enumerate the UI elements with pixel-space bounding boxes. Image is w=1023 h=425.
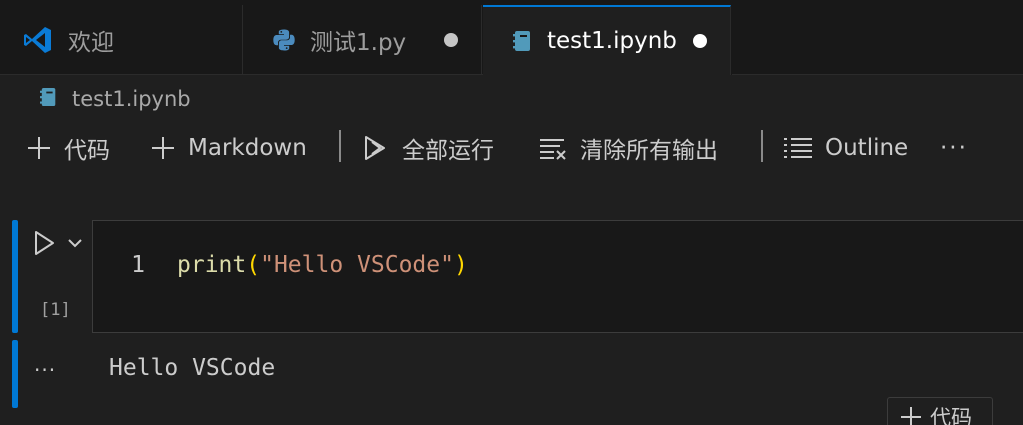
add-markdown-cell-button[interactable]: Markdown [150, 128, 307, 168]
run-cell-button[interactable] [30, 229, 58, 257]
run-all-button[interactable]: 全部运行 [362, 128, 494, 168]
tab-bar-border [732, 74, 1023, 75]
list-icon [784, 138, 812, 158]
tab-test-py[interactable]: 测试1.py [244, 5, 482, 75]
code-token-paren: ( [246, 252, 261, 278]
unsaved-dot-icon[interactable] [444, 33, 458, 47]
tab-label: test1.ipynb [547, 28, 677, 54]
output-focus-indicator[interactable] [12, 340, 18, 408]
code-line[interactable]: 1 print("Hello VSCode") [93, 249, 468, 281]
add-code-cell-button[interactable]: 代码 [26, 128, 110, 168]
notebook-icon [513, 29, 533, 53]
clear-all-label: 清除所有输出 [580, 138, 718, 164]
execution-count: [1] [40, 300, 71, 320]
python-icon [272, 28, 296, 52]
toolbar-separator [761, 130, 763, 162]
plus-icon [901, 407, 921, 425]
code-token-string: "Hello VSCode" [260, 252, 454, 278]
outline-label: Outline [825, 135, 909, 161]
tab-label: 欢迎 [68, 30, 114, 56]
tab-label: 测试1.py [310, 30, 407, 56]
run-options-dropdown[interactable] [64, 232, 86, 254]
outline-button[interactable]: Outline [783, 128, 908, 168]
code-token-paren: ) [453, 252, 468, 278]
plus-icon [152, 137, 174, 159]
more-icon: ··· [940, 135, 968, 161]
breadcrumb[interactable]: test1.ipynb [40, 84, 191, 114]
toolbar-separator [339, 130, 341, 162]
line-number: 1 [131, 252, 145, 278]
output-actions-button[interactable]: ··· [34, 358, 56, 382]
add-code-label: 代码 [64, 138, 110, 164]
run-all-label: 全部运行 [402, 138, 494, 164]
notebook-toolbar: 代码 Markdown 全部运行 清除所有输出 Outline ··· [0, 128, 1023, 168]
plus-icon [28, 137, 50, 159]
tab-welcome[interactable]: 欢迎 [0, 5, 243, 75]
tab-test1-ipynb[interactable]: test1.ipynb [483, 5, 731, 75]
play-icon [35, 231, 54, 255]
clear-all-icon [540, 139, 566, 160]
vscode-logo-icon [22, 24, 54, 56]
insert-code-label: 代码 [930, 406, 972, 425]
code-cell-editor[interactable]: 1 print("Hello VSCode") [92, 220, 1023, 333]
cell-output: Hello VSCode [109, 355, 276, 381]
chevron-down-icon [68, 239, 82, 248]
cell-focus-indicator[interactable] [12, 220, 18, 333]
unsaved-dot-icon[interactable] [693, 34, 707, 48]
add-markdown-label: Markdown [188, 135, 307, 161]
clear-all-outputs-button[interactable]: 清除所有输出 [538, 128, 718, 168]
code-token-function: print [177, 252, 247, 278]
tab-bar-border [0, 74, 483, 75]
more-actions-button[interactable]: ··· [940, 128, 968, 168]
run-all-icon [365, 136, 385, 160]
insert-code-cell-button[interactable]: 代码 [887, 397, 993, 425]
notebook-icon [40, 86, 58, 112]
editor-tab-bar: 欢迎 测试1.py test1.ipynb [0, 0, 1023, 75]
breadcrumb-label: test1.ipynb [72, 87, 191, 111]
